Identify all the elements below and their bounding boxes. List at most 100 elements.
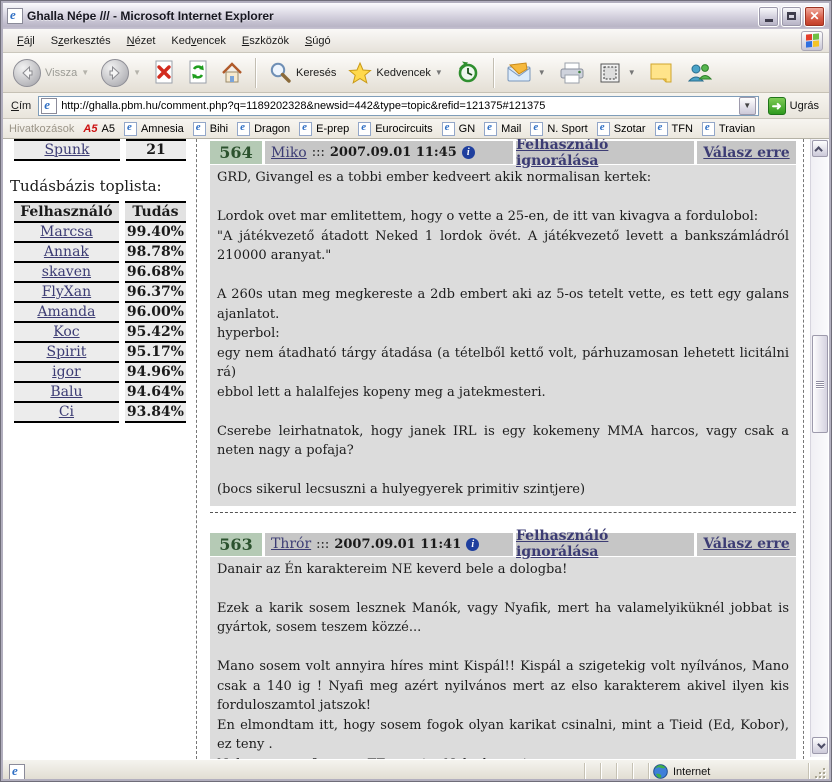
menu-item-favorites[interactable]: Kedvencek xyxy=(163,32,233,50)
score-cell: 93.84% xyxy=(125,403,186,423)
refresh-button[interactable] xyxy=(183,58,213,88)
author-link[interactable]: Miko xyxy=(271,145,307,161)
forward-button[interactable]: ▼ xyxy=(97,57,145,89)
link-item-eprep[interactable]: E-prep xyxy=(299,122,349,136)
reply-link[interactable]: Válasz erre xyxy=(703,536,789,552)
link-item-szotar[interactable]: Szotar xyxy=(597,122,646,136)
scroll-down-button[interactable] xyxy=(812,737,828,754)
status-pane xyxy=(633,763,649,781)
status-pane xyxy=(585,763,601,781)
user-link[interactable]: Balu xyxy=(50,384,82,400)
forum-posts: 564 Miko ::: 2007.09.01 11:45 i Felhaszn… xyxy=(210,141,796,759)
score-cell: 94.64% xyxy=(125,383,186,403)
user-link[interactable]: skaven xyxy=(42,264,91,280)
stop-icon xyxy=(153,60,175,86)
browser-window: Ghalla Népe /// - Microsoft Internet Exp… xyxy=(0,0,832,782)
reply-cell: Válasz erre xyxy=(697,533,796,556)
mail-button[interactable]: ▼ xyxy=(502,59,550,87)
ie-favicon xyxy=(530,122,543,136)
info-icon[interactable]: i xyxy=(462,146,475,159)
edit-button[interactable]: ▼ xyxy=(594,59,640,87)
link-item-tfn[interactable]: TFN xyxy=(655,122,693,136)
sidebar-divider xyxy=(196,139,197,759)
link-item-travian[interactable]: Travian xyxy=(702,122,755,136)
address-input[interactable]: http://ghalla.pbm.hu/comment.php?q=11892… xyxy=(38,96,758,116)
print-button[interactable] xyxy=(554,59,590,87)
link-item-amnesia[interactable]: Amnesia xyxy=(124,122,184,136)
scroll-up-button[interactable] xyxy=(812,140,828,157)
table-row: FlyXan 96.37% xyxy=(14,283,186,303)
scroll-thumb[interactable] xyxy=(812,335,828,433)
back-button[interactable]: Vissza▼ xyxy=(9,57,93,89)
address-url[interactable]: http://ghalla.pbm.hu/comment.php?q=11892… xyxy=(61,100,734,112)
menu-item-edit[interactable]: Szerkesztés xyxy=(43,32,119,50)
ie-favicon xyxy=(655,122,668,136)
content-right-divider xyxy=(803,139,804,759)
score-cell: 96.37% xyxy=(125,283,186,303)
minimize-button[interactable] xyxy=(758,6,779,27)
menu-item-help[interactable]: Súgó xyxy=(297,32,339,50)
info-icon[interactable]: i xyxy=(466,538,479,551)
ie-page-icon xyxy=(7,8,23,24)
home-button[interactable] xyxy=(217,58,247,88)
vertical-scrollbar[interactable] xyxy=(810,139,828,757)
go-button[interactable]: ➜ Ugrás xyxy=(764,96,823,116)
user-link[interactable]: igor xyxy=(52,364,81,380)
back-icon xyxy=(13,59,41,87)
post-datetime: 2007.09.01 11:45 xyxy=(330,145,457,160)
link-item-bihi[interactable]: Bihi xyxy=(193,122,228,136)
user-link[interactable]: FlyXan xyxy=(42,284,91,300)
link-item-eurocircuits[interactable]: Eurocircuits xyxy=(358,122,432,136)
maximize-button[interactable] xyxy=(781,6,802,27)
link-item-nsport[interactable]: N. Sport xyxy=(530,122,587,136)
link-item-gn[interactable]: GN xyxy=(442,122,476,136)
favorites-star-icon xyxy=(348,61,372,85)
search-icon xyxy=(268,61,292,85)
favorites-button[interactable]: Kedvencek▼ xyxy=(344,59,446,87)
menu-item-file[interactable]: Fájl xyxy=(9,32,43,50)
user-link[interactable]: Marcsa xyxy=(40,224,93,240)
link-item-mail[interactable]: Mail xyxy=(484,122,521,136)
discuss-button[interactable] xyxy=(644,59,678,87)
search-button[interactable]: Keresés xyxy=(264,59,340,87)
user-link[interactable]: Spunk xyxy=(44,142,89,158)
table-row: igor94.96% xyxy=(14,363,186,383)
close-button[interactable]: ✕ xyxy=(804,6,825,27)
menu-item-view[interactable]: Nézet xyxy=(119,32,164,50)
user-link[interactable]: Annak xyxy=(44,244,89,260)
menubar: Fájl Szerkesztés Nézet Kedvencek Eszközö… xyxy=(3,29,829,53)
user-link[interactable]: Amanda xyxy=(37,304,95,320)
discuss-note-icon xyxy=(648,61,674,85)
status-pane xyxy=(617,763,633,781)
ignore-user-link[interactable]: Felhasználó ignorálása xyxy=(516,139,694,169)
messenger-button[interactable] xyxy=(682,59,718,87)
resize-grip[interactable] xyxy=(811,764,827,780)
post: 563 Thrór ::: 2007.09.01 11:41 i Felhasz… xyxy=(210,533,796,760)
status-bar: Internet xyxy=(3,759,829,782)
history-button[interactable] xyxy=(451,58,485,88)
user-link[interactable]: Spirit xyxy=(47,344,87,360)
ignore-user-link[interactable]: Felhasználó ignorálása xyxy=(516,528,694,560)
menu-item-tools[interactable]: Eszközök xyxy=(234,32,297,50)
user-link[interactable]: Ci xyxy=(59,404,74,420)
post-author-cell: Thrór ::: 2007.09.01 11:41 i xyxy=(265,533,513,556)
address-dropdown-button[interactable]: ▼ xyxy=(739,97,756,115)
reply-link[interactable]: Válasz erre xyxy=(703,145,789,161)
stop-button[interactable] xyxy=(149,58,179,88)
post-number: 564 xyxy=(210,141,262,164)
author-separator: ::: xyxy=(316,537,329,552)
table-header-row: Felhasználó Tudás xyxy=(14,201,186,223)
link-item-a5[interactable]: A5A5 xyxy=(83,123,115,135)
author-link[interactable]: Thrór xyxy=(271,536,311,552)
user-link[interactable]: Koc xyxy=(53,324,79,340)
toplist-table: Felhasználó Tudás Marcsa99.40% Annak98.7… xyxy=(8,201,192,423)
table-row: skaven96.68% xyxy=(14,263,186,283)
link-item-dragon[interactable]: Dragon xyxy=(237,122,290,136)
table-row: Amanda96.00% xyxy=(14,303,186,323)
post-author-cell: Miko ::: 2007.09.01 11:45 i xyxy=(265,141,513,164)
score-cell: 21 xyxy=(126,139,186,161)
post-header: 563 Thrór ::: 2007.09.01 11:41 i Felhasz… xyxy=(210,533,796,556)
print-icon xyxy=(558,61,586,85)
home-icon xyxy=(221,60,243,86)
score-cell: 99.40% xyxy=(125,223,186,243)
